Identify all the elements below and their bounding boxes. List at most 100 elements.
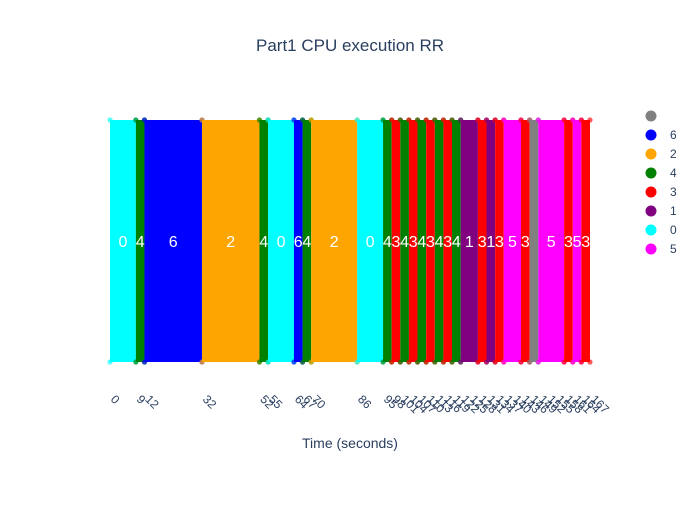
segment-endpoint-marker xyxy=(432,359,438,365)
segment-endpoint-marker xyxy=(265,359,271,365)
segment-9: 0 xyxy=(354,117,386,365)
segment-endpoint-marker xyxy=(449,117,455,123)
legend-marker xyxy=(645,148,657,160)
segment-label: 3 xyxy=(495,234,504,251)
segment-endpoint-marker xyxy=(501,359,507,365)
segment-endpoint-marker xyxy=(414,117,421,123)
legend-marker xyxy=(645,110,657,122)
segment-endpoint-marker xyxy=(107,359,113,365)
segment-endpoint-marker xyxy=(570,359,576,365)
legend-label: 1 xyxy=(670,204,677,218)
segment-endpoint-marker xyxy=(308,359,314,365)
segment-endpoint-marker xyxy=(141,359,148,365)
segment-label: 0 xyxy=(118,234,127,251)
legend-marker xyxy=(645,205,657,217)
segment-endpoint-marker xyxy=(380,359,386,365)
segment-endpoint-marker xyxy=(587,359,593,365)
legend-label: 0 xyxy=(670,223,677,237)
segment-endpoint-marker xyxy=(291,359,297,365)
legend-marker xyxy=(645,167,657,179)
segment-endpoint-marker xyxy=(432,117,438,123)
segment-endpoint-marker xyxy=(133,359,139,365)
segment-endpoint-marker xyxy=(256,359,263,365)
segment-label: 6 xyxy=(169,234,178,251)
x-axis-title: Time (seconds) xyxy=(302,435,398,451)
segment-endpoint-marker xyxy=(380,117,386,123)
segment-endpoint-marker xyxy=(397,359,403,365)
segment-label: 2 xyxy=(226,234,235,251)
segment-endpoint-marker xyxy=(406,117,412,123)
legend-label: 5 xyxy=(670,242,677,256)
segment-endpoint-marker xyxy=(308,117,314,123)
bars-layer: 04624064204343434341313535353 xyxy=(107,117,593,365)
segment-label: 5 xyxy=(508,234,517,251)
segment-endpoint-marker xyxy=(440,117,447,123)
segment-endpoint-marker xyxy=(483,117,490,123)
segment-endpoint-marker xyxy=(535,117,541,123)
legend-label: 6 xyxy=(670,128,677,142)
segment-endpoint-marker xyxy=(458,117,464,123)
segment-8: 2 xyxy=(308,117,360,365)
segment-endpoint-marker xyxy=(518,117,524,123)
segment-endpoint-marker xyxy=(578,117,584,123)
segment-endpoint-marker xyxy=(133,117,139,123)
segment-endpoint-marker xyxy=(570,117,576,123)
segment-label: 3 xyxy=(581,234,590,251)
segment-endpoint-marker xyxy=(397,117,403,123)
legend-marker xyxy=(645,186,657,198)
legend-marker xyxy=(645,243,657,255)
segment-label: 4 xyxy=(136,234,145,251)
segment-label: 4 xyxy=(302,234,311,251)
segment-label: 0 xyxy=(366,234,375,251)
segment-endpoint-marker xyxy=(483,359,490,365)
segment-endpoint-marker xyxy=(389,359,395,365)
segment-endpoint-marker xyxy=(587,117,593,123)
segment-label: 1 xyxy=(465,234,474,251)
segment-endpoint-marker xyxy=(389,117,395,123)
segment-endpoint-marker xyxy=(518,359,524,365)
chart-title: Part1 CPU execution RR xyxy=(256,36,444,55)
segment-endpoint-marker xyxy=(299,359,306,365)
segment-endpoint-marker xyxy=(475,117,481,123)
segment-0: 0 xyxy=(107,117,139,365)
legend-label: 4 xyxy=(670,166,677,180)
segment-endpoint-marker xyxy=(406,359,412,365)
segment-endpoint-marker xyxy=(423,117,429,123)
legend-marker xyxy=(645,224,657,236)
segment-3: 2 xyxy=(199,117,263,365)
segment-endpoint-marker xyxy=(561,359,567,365)
chart-container: Part1 CPU execution RR 04624064204343434… xyxy=(0,0,700,500)
segment-endpoint-marker xyxy=(458,359,464,365)
segment-label: 2 xyxy=(330,234,339,251)
segment-endpoint-marker xyxy=(578,359,584,365)
segment-endpoint-marker xyxy=(535,359,541,365)
segment-endpoint-marker xyxy=(440,359,447,365)
legend-marker xyxy=(645,129,657,141)
segment-endpoint-marker xyxy=(199,117,205,123)
segment-endpoint-marker xyxy=(141,117,148,123)
segment-endpoint-marker xyxy=(291,117,297,123)
segment-label: 0 xyxy=(277,234,286,251)
segment-26: 5 xyxy=(535,117,567,365)
legend-label: 3 xyxy=(670,185,677,199)
segment-label: 4 xyxy=(259,234,268,251)
segment-endpoint-marker xyxy=(299,117,306,123)
segment-label: 5 xyxy=(547,234,556,251)
segment-5: 0 xyxy=(265,117,297,365)
segment-endpoint-marker xyxy=(199,359,205,365)
segment-endpoint-marker xyxy=(256,117,263,123)
segment-endpoint-marker xyxy=(107,117,113,123)
segment-endpoint-marker xyxy=(423,359,429,365)
segment-endpoint-marker xyxy=(475,359,481,365)
segment-endpoint-marker xyxy=(561,117,567,123)
segment-endpoint-marker xyxy=(501,117,507,123)
segment-endpoint-marker xyxy=(354,359,360,365)
segment-endpoint-marker xyxy=(265,117,271,123)
gantt-chart: Part1 CPU execution RR 04624064204343434… xyxy=(0,0,700,500)
segment-bar xyxy=(529,120,539,362)
segment-label: 3 xyxy=(521,234,530,251)
segment-label: 4 xyxy=(452,234,461,251)
segment-2: 6 xyxy=(141,117,205,365)
segment-endpoint-marker xyxy=(449,359,455,365)
segment-endpoint-marker xyxy=(414,359,421,365)
